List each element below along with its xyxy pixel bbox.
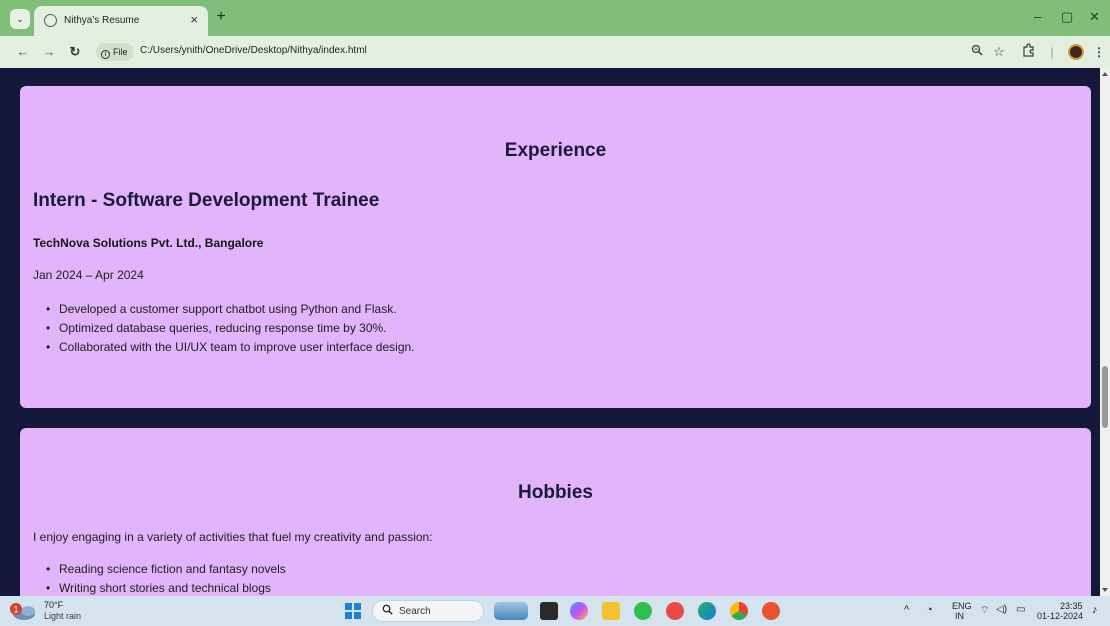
hobbies-heading: Hobbies [518,482,593,503]
more-menu-icon[interactable]: ⋮ [1090,43,1108,61]
widgets-landscape-icon[interactable] [494,602,528,620]
wifi-icon[interactable]: ⌔ [980,604,989,617]
experience-heading: Experience [504,140,607,161]
browser-tab-active[interactable]: Nithya's Resume × [34,6,208,36]
weather-badge: 1 [13,605,18,615]
list-item: Writing short stories and technical blog… [33,579,286,596]
list-item: Optimized database queries, reducing res… [33,319,415,338]
weather-rain-icon[interactable]: 1 [8,602,35,620]
info-icon: i [101,50,110,59]
task-view-icon[interactable] [540,602,558,620]
app-icon-orange[interactable] [762,602,780,620]
forward-arrow-icon[interactable]: → [40,43,58,61]
taskbar-search-box[interactable]: Search [372,600,484,622]
hobbies-bullet-list: Reading science fiction and fantasy nove… [33,560,286,596]
close-window-icon[interactable]: ✕ [1089,10,1100,24]
app-icon-red[interactable] [666,602,684,620]
list-item: Developed a customer support chatbot usi… [33,300,415,319]
file-explorer-icon[interactable] [602,602,620,620]
browser-tab-strip: ⌄ Nithya's Resume × + – ▢ ✕ [0,0,1110,36]
scroll-up-arrow-icon[interactable] [1102,72,1108,76]
toolbar-divider: | [1050,45,1054,59]
url-text[interactable]: C:/Users/ynith/OneDrive/Desktop/Nithya/i… [140,45,367,56]
weather-temperature[interactable]: 70°F [44,600,63,610]
address-bar[interactable]: i File C:/Users/ynith/OneDrive/Desktop/Ni… [92,40,1002,64]
battery-icon[interactable]: ▭ [1016,604,1025,615]
clock-time[interactable]: 23:35 [1060,601,1083,611]
new-tab-button[interactable]: + [212,8,230,26]
copilot-icon[interactable] [570,602,588,620]
weather-description[interactable]: Light rain [44,611,81,621]
minimize-icon[interactable]: – [1034,10,1041,24]
clock-date[interactable]: 01-12-2024 [1037,611,1083,621]
language-region[interactable]: IN [955,611,964,621]
site-info-chip[interactable]: i File [96,43,134,61]
tab-close-icon[interactable]: × [190,12,198,28]
profile-avatar[interactable] [1068,44,1084,60]
tab-title: Nithya's Resume [64,15,140,26]
employment-dates: Jan 2024 – Apr 2024 [33,268,144,282]
tray-app-icon[interactable]: ◔ [926,604,933,616]
experience-bullet-list: Developed a customer support chatbot usi… [33,300,415,357]
list-item: Collaborated with the UI/UX team to impr… [33,338,415,357]
volume-icon[interactable]: ◁) [996,604,1007,615]
taskbar-search-label: Search [399,606,431,617]
job-title: Intern - Software Development Trainee [33,190,380,211]
page-viewport: Experience Intern - Software Development… [0,68,1110,596]
windows-start-icon[interactable] [345,603,361,619]
extensions-puzzle-icon[interactable] [1020,43,1038,61]
chevron-up-icon[interactable]: ^ [904,604,909,616]
search-icon [382,604,393,618]
list-item: Reading science fiction and fantasy nove… [33,560,286,579]
chrome-browser-icon[interactable] [730,602,748,620]
company-name: TechNova Solutions Pvt. Ltd., Bangalore [33,236,264,250]
back-arrow-icon[interactable]: ← [14,43,32,61]
browser-toolbar: ← → ↻ i File C:/Users/ynith/OneDrive/Desk… [0,36,1110,68]
page-scrollbar[interactable] [1100,68,1110,596]
whatsapp-icon[interactable] [634,602,652,620]
notification-bell-icon[interactable]: ♪ [1092,604,1098,616]
zoom-icon[interactable] [968,43,986,61]
experience-section: Experience Intern - Software Development… [20,86,1091,408]
reload-icon[interactable]: ↻ [66,43,84,61]
windows-taskbar: 1 70°F Light rain Search ^ ◔ ENG IN ⌔ ◁)… [0,596,1110,626]
hobbies-intro: I enjoy engaging in a variety of activit… [33,530,433,544]
scrollbar-thumb[interactable] [1102,366,1108,428]
hobbies-section: Hobbies I enjoy engaging in a variety of… [20,428,1091,596]
globe-icon [44,14,57,27]
edge-browser-icon[interactable] [698,602,716,620]
language-indicator[interactable]: ENG [952,601,972,611]
bookmark-star-icon[interactable]: ☆ [990,43,1008,61]
file-chip-label: File [113,47,128,57]
scroll-down-arrow-icon[interactable] [1102,588,1108,592]
restore-icon[interactable]: ▢ [1061,10,1073,24]
tab-search-chevron-icon[interactable]: ⌄ [10,9,30,29]
